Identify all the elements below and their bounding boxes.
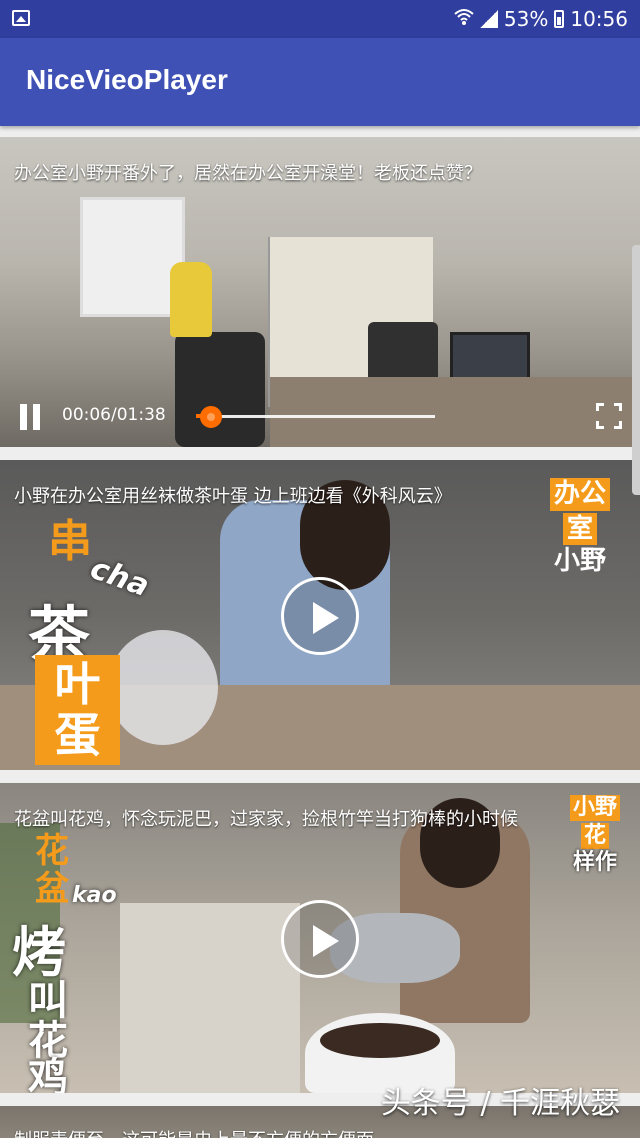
watermark: 头条号 / 千涯秋瑟 bbox=[380, 1086, 620, 1121]
app-title: NiceVieoPlayer bbox=[26, 64, 228, 95]
status-icons: 53% 10:56 bbox=[454, 6, 628, 32]
seek-thumb[interactable] bbox=[200, 406, 222, 428]
overlay-char: 叶 bbox=[54, 657, 101, 711]
video-title: 小野在办公室用丝袜做茶叶蛋 边上班边看《外科风云》 bbox=[14, 486, 452, 507]
badge-text: 小野 bbox=[553, 546, 606, 577]
edge-panel-handle[interactable] bbox=[632, 245, 640, 495]
badge-text: 室 bbox=[562, 512, 597, 546]
gallery-icon bbox=[12, 10, 30, 26]
clock: 10:56 bbox=[570, 7, 628, 31]
battery-icon bbox=[554, 10, 565, 28]
fullscreen-icon[interactable] bbox=[596, 403, 622, 429]
play-button[interactable] bbox=[281, 577, 359, 655]
video-card-3[interactable]: 花 盆 kao 烤 叫 花 鸡 小野 花 样作 花盆叫花鸡，怀念玩泥巴，过家家，… bbox=[0, 783, 640, 1093]
overlay-char: kao bbox=[72, 883, 117, 908]
playback-time: 00:06/01:38 bbox=[62, 405, 166, 425]
overlay-char: 蛋 bbox=[54, 707, 101, 762]
pause-icon[interactable] bbox=[18, 404, 42, 430]
overlay-badge: 叶 蛋 bbox=[35, 655, 120, 765]
status-bar: 53% 10:56 bbox=[0, 0, 640, 38]
video-card-1[interactable]: 办公室小野开番外了，居然在办公室开澡堂！老板还点赞？ 00:06/01:38 bbox=[0, 137, 640, 447]
app-bar: NiceVieoPlayer bbox=[0, 38, 640, 126]
video-title: 花盆叫花鸡，怀念玩泥巴，过家家，捡根竹竿当打狗棒的小时候 bbox=[14, 809, 518, 830]
video-card-2[interactable]: 串 cha 茶 叶 蛋 办公 室 小野 小野在办公室用丝袜做茶叶蛋 边上班边看《… bbox=[0, 460, 640, 770]
seek-bar[interactable] bbox=[210, 415, 435, 418]
overlay-char: 盆 bbox=[35, 869, 69, 909]
signal-icon bbox=[479, 10, 498, 28]
video-title: 办公室小野开番外了，居然在办公室开澡堂！老板还点赞？ bbox=[14, 163, 482, 184]
overlay-char: 鸡 bbox=[28, 1055, 68, 1093]
badge-text: 样作 bbox=[572, 850, 617, 876]
battery-level: 53% bbox=[503, 7, 549, 31]
overlay-char: 串 bbox=[48, 516, 92, 567]
wifi-icon bbox=[454, 7, 474, 31]
play-button[interactable] bbox=[281, 900, 359, 978]
video-title: 制服麦便至，这可能是史上最不方便的方便面 bbox=[14, 1126, 626, 1138]
player-controls: 00:06/01:38 bbox=[0, 387, 640, 447]
